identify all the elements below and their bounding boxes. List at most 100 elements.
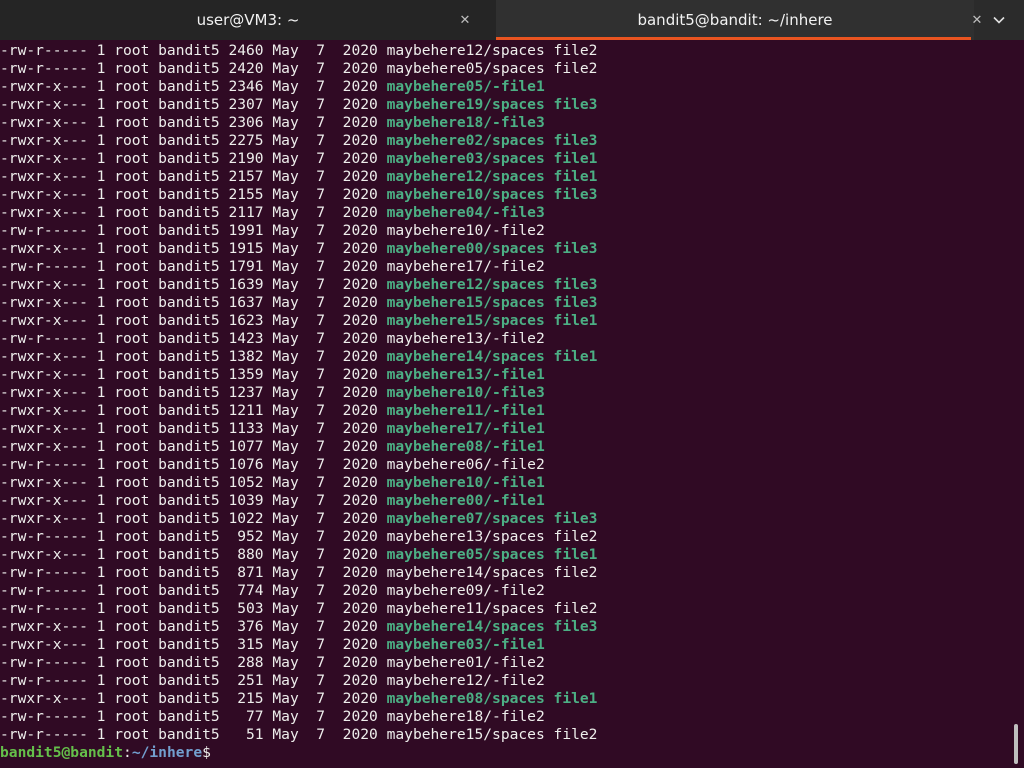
file-name: maybehere14/spaces file1 [386,348,598,365]
file-name: maybehere02/spaces file3 [386,132,598,149]
file-name: maybehere13/-file2 [386,330,545,347]
file-name: maybehere12/spaces file3 [386,276,598,293]
file-metadata: -rwxr-x--- 1 root bandit5 1623 May 7 202… [0,312,387,329]
file-name: maybehere12/spaces file1 [386,168,598,185]
file-name: maybehere05/spaces file1 [386,546,598,563]
file-metadata: -rwxr-x--- 1 root bandit5 1915 May 7 202… [0,240,387,257]
file-name: maybehere17/-file1 [386,420,545,437]
tab-user-vm3[interactable]: user@VM3: ~ ✕ [0,0,496,40]
list-item: -rwxr-x--- 1 root bandit5 1052 May 7 202… [0,474,1010,492]
list-item: -rwxr-x--- 1 root bandit5 2190 May 7 202… [0,150,1010,168]
file-name: maybehere00/-file1 [386,492,545,509]
file-metadata: -rw-r----- 1 root bandit5 1991 May 7 202… [0,222,387,239]
prompt-symbol: $ [202,744,211,761]
file-name: maybehere03/spaces file1 [386,150,598,167]
file-name: maybehere12/-file2 [386,672,545,689]
file-name: maybehere09/-file2 [386,582,545,599]
file-metadata: -rw-r----- 1 root bandit5 251 May 7 2020 [0,672,387,689]
file-name: maybehere15/spaces file3 [386,294,598,311]
file-name: maybehere14/spaces file2 [386,564,598,581]
terminal-window: user@VM3: ~ ✕ bandit5@bandit: ~/inhere ✕… [0,0,1024,768]
list-item: -rwxr-x--- 1 root bandit5 1637 May 7 202… [0,294,1010,312]
file-name: maybehere15/spaces file2 [386,726,598,743]
list-item: -rw-r----- 1 root bandit5 2420 May 7 202… [0,60,1010,78]
file-metadata: -rw-r----- 1 root bandit5 952 May 7 2020 [0,528,387,545]
list-item: -rw-r----- 1 root bandit5 871 May 7 2020… [0,564,1010,582]
list-item: -rw-r----- 1 root bandit5 1076 May 7 202… [0,456,1010,474]
list-item: -rwxr-x--- 1 root bandit5 376 May 7 2020… [0,618,1010,636]
file-metadata: -rw-r----- 1 root bandit5 774 May 7 2020 [0,582,387,599]
file-name: maybehere13/spaces file2 [386,528,598,545]
file-name: maybehere00/spaces file3 [386,240,598,257]
list-item: -rwxr-x--- 1 root bandit5 1623 May 7 202… [0,312,1010,330]
list-item: -rwxr-x--- 1 root bandit5 215 May 7 2020… [0,690,1010,708]
list-item: -rw-r----- 1 root bandit5 1991 May 7 202… [0,222,1010,240]
list-item: -rw-r----- 1 root bandit5 288 May 7 2020… [0,654,1010,672]
file-metadata: -rwxr-x--- 1 root bandit5 2346 May 7 202… [0,78,387,95]
file-name: maybehere05/-file1 [386,78,545,95]
list-item: -rwxr-x--- 1 root bandit5 1382 May 7 202… [0,348,1010,366]
list-item: -rw-r----- 1 root bandit5 503 May 7 2020… [0,600,1010,618]
scrollbar[interactable] [1014,724,1018,764]
list-item: -rwxr-x--- 1 root bandit5 2346 May 7 202… [0,78,1010,96]
file-metadata: -rw-r----- 1 root bandit5 2460 May 7 202… [0,42,387,59]
file-metadata: -rwxr-x--- 1 root bandit5 2190 May 7 202… [0,150,387,167]
list-item: -rw-r----- 1 root bandit5 1423 May 7 202… [0,330,1010,348]
close-icon[interactable]: ✕ [456,11,474,29]
list-item: -rwxr-x--- 1 root bandit5 315 May 7 2020… [0,636,1010,654]
file-metadata: -rwxr-x--- 1 root bandit5 1211 May 7 202… [0,402,387,419]
terminal-output[interactable]: -rw-r----- 1 root bandit5 2460 May 7 202… [0,42,1010,768]
chevron-down-icon [993,16,1005,24]
file-metadata: -rwxr-x--- 1 root bandit5 1022 May 7 202… [0,510,387,527]
list-item: -rwxr-x--- 1 root bandit5 1639 May 7 202… [0,276,1010,294]
file-metadata: -rw-r----- 1 root bandit5 51 May 7 2020 [0,726,387,743]
file-metadata: -rw-r----- 1 root bandit5 871 May 7 2020 [0,564,387,581]
list-item: -rw-r----- 1 root bandit5 1791 May 7 202… [0,258,1010,276]
close-icon[interactable]: ✕ [968,11,986,29]
list-item: -rwxr-x--- 1 root bandit5 1022 May 7 202… [0,510,1010,528]
file-name: maybehere17/-file2 [386,258,545,275]
file-metadata: -rwxr-x--- 1 root bandit5 880 May 7 2020 [0,546,387,563]
list-item: -rwxr-x--- 1 root bandit5 2157 May 7 202… [0,168,1010,186]
list-item: -rwxr-x--- 1 root bandit5 1211 May 7 202… [0,402,1010,420]
file-metadata: -rwxr-x--- 1 root bandit5 1052 May 7 202… [0,474,387,491]
file-metadata: -rwxr-x--- 1 root bandit5 315 May 7 2020 [0,636,387,653]
list-item: -rwxr-x--- 1 root bandit5 1915 May 7 202… [0,240,1010,258]
file-name: maybehere03/-file1 [386,636,545,653]
file-name: maybehere10/-file3 [386,384,545,401]
file-metadata: -rw-r----- 1 root bandit5 1791 May 7 202… [0,258,387,275]
list-item: -rwxr-x--- 1 root bandit5 1359 May 7 202… [0,366,1010,384]
tab-bandit5[interactable]: bandit5@bandit: ~/inhere ✕ [496,0,982,40]
file-name: maybehere08/-file1 [386,438,545,455]
file-name: maybehere10/-file1 [386,474,545,491]
list-item: -rw-r----- 1 root bandit5 251 May 7 2020… [0,672,1010,690]
list-item: -rwxr-x--- 1 root bandit5 2155 May 7 202… [0,186,1010,204]
file-metadata: -rwxr-x--- 1 root bandit5 2157 May 7 202… [0,168,387,185]
tab-title: user@VM3: ~ [196,11,300,29]
file-name: maybehere11/spaces file2 [386,600,598,617]
list-item: -rwxr-x--- 1 root bandit5 2275 May 7 202… [0,132,1010,150]
file-metadata: -rwxr-x--- 1 root bandit5 376 May 7 2020 [0,618,387,635]
list-item: -rwxr-x--- 1 root bandit5 1133 May 7 202… [0,420,1010,438]
file-name: maybehere07/spaces file3 [386,510,598,527]
prompt-separator: : [123,744,132,761]
file-metadata: -rw-r----- 1 root bandit5 2420 May 7 202… [0,60,387,77]
file-name: maybehere14/spaces file3 [386,618,598,635]
file-name: maybehere18/-file3 [386,114,545,131]
file-metadata: -rwxr-x--- 1 root bandit5 1077 May 7 202… [0,438,387,455]
list-item: -rwxr-x--- 1 root bandit5 1077 May 7 202… [0,438,1010,456]
file-name: maybehere11/-file1 [386,402,545,419]
list-item: -rw-r----- 1 root bandit5 2460 May 7 202… [0,42,1010,60]
file-metadata: -rwxr-x--- 1 root bandit5 1382 May 7 202… [0,348,387,365]
file-name: maybehere10/spaces file3 [386,186,598,203]
file-metadata: -rw-r----- 1 root bandit5 1423 May 7 202… [0,330,387,347]
list-item: -rwxr-x--- 1 root bandit5 1237 May 7 202… [0,384,1010,402]
file-name: maybehere08/spaces file1 [386,690,598,707]
file-name: maybehere04/-file3 [386,204,545,221]
tab-title: bandit5@bandit: ~/inhere [637,11,833,29]
prompt-user-host: bandit5@bandit [0,744,124,761]
file-metadata: -rwxr-x--- 1 root bandit5 2275 May 7 202… [0,132,387,149]
file-name: maybehere19/spaces file3 [386,96,598,113]
file-metadata: -rwxr-x--- 1 root bandit5 1133 May 7 202… [0,420,387,437]
file-metadata: -rwxr-x--- 1 root bandit5 1637 May 7 202… [0,294,387,311]
